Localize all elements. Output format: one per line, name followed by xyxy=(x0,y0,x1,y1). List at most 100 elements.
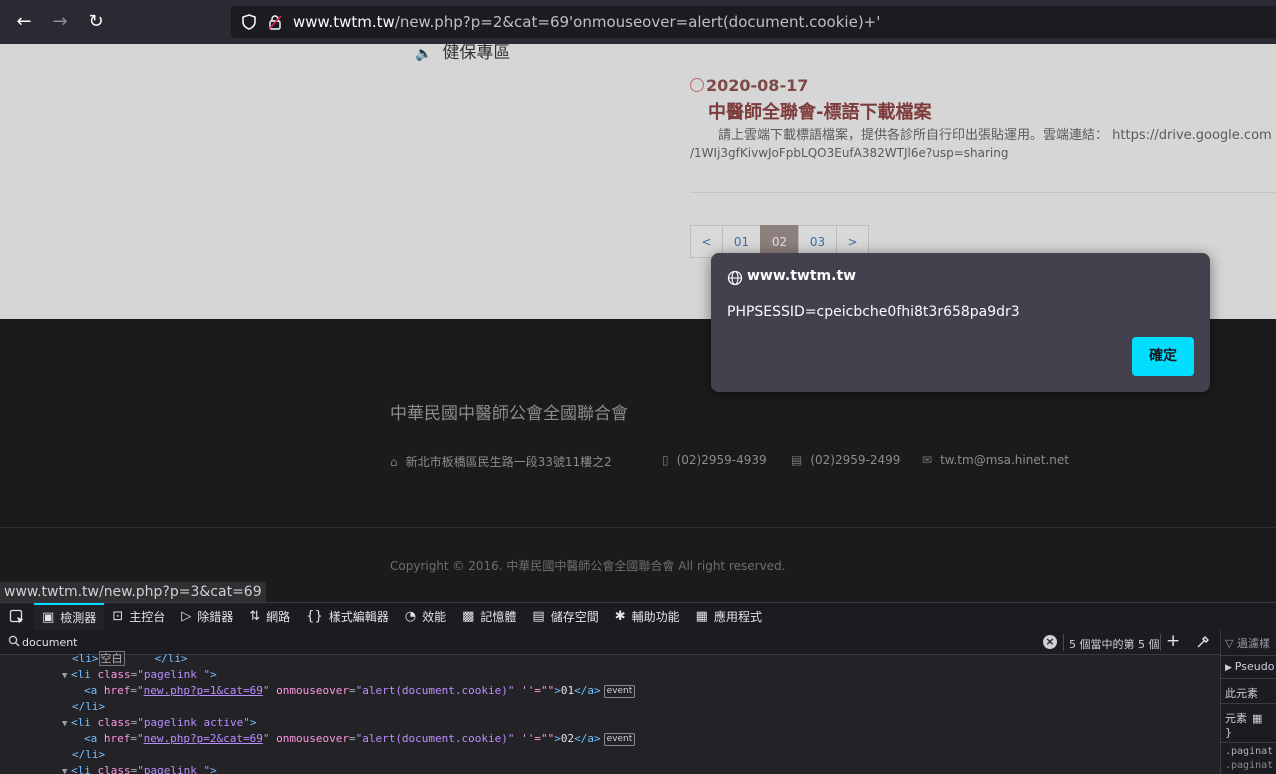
footer-fax-text: (02)2959-2499 xyxy=(810,453,901,467)
footer-copyright: Copyright © 2016. 中華民國中醫師公會全國聯合會 All rig… xyxy=(390,559,786,573)
markup-line-li-close-1[interactable]: </li> xyxy=(72,699,105,715)
footer-address-text: 新北市板橋區民生路一段33號11樓之2 xyxy=(405,455,612,469)
expand-triangle-icon[interactable]: ▼ xyxy=(62,764,71,774)
attr-link-value[interactable]: new.php?p=1&cat=69 xyxy=(144,684,263,697)
tab-application-label: 應用程式 xyxy=(713,610,762,624)
eyedropper-icon[interactable] xyxy=(1196,635,1210,649)
tab-debugger[interactable]: ▷ 除錯器 xyxy=(173,603,241,631)
tab-application[interactable]: ▦ 應用程式 xyxy=(688,603,770,631)
rules-panel: ▽ 過濾樣 ▶ Pseudo 此元素 元素 ▦ } .paginat .pagin… xyxy=(1220,630,1276,774)
devtools-tabbar: ▣ 檢測器 ⊡ 主控台 ▷ 除錯器 ⇅ 網路 {} 樣式編輯器 ◔ 效能 ▩ 記憶體 ▤ 儲存空… xyxy=(0,602,1276,631)
tab-memory-label: 記憶體 xyxy=(480,610,517,624)
event-badge[interactable]: event xyxy=(603,685,636,698)
tab-performance-label: 效能 xyxy=(422,610,447,624)
rules-element-label: 元素 xyxy=(1225,712,1247,725)
accessibility-icon: ✱ xyxy=(614,609,626,624)
url-bar[interactable]: www.twtm.tw/new.php?p=2&cat=69'onmouseov… xyxy=(231,6,1276,38)
news-divider xyxy=(690,192,1276,193)
whitespace-box: 空白 xyxy=(98,651,125,666)
footer-phone-text: (02)2959-4939 xyxy=(676,453,767,467)
element-picker-icon[interactable] xyxy=(0,603,34,631)
tag-text: <li> xyxy=(72,652,99,665)
markup-line-li-3[interactable]: ▼ <li class="pagelink "> xyxy=(62,763,217,774)
search-icon xyxy=(8,635,20,647)
markup-line-empty-li[interactable]: <li> 空白 </li> xyxy=(72,651,188,667)
tag-close-text: </li> xyxy=(72,700,106,713)
footer-org-name: 中華民國中醫師公會全國聯合會 xyxy=(390,404,628,424)
markup-line-li-2[interactable]: ▼ <li class="pagelink active"> xyxy=(62,715,256,731)
attr-link-value[interactable]: new.php?p=2&cat=69 xyxy=(144,732,263,745)
clear-search-icon[interactable]: × xyxy=(1043,635,1057,649)
tab-network[interactable]: ⇅ 網路 xyxy=(241,603,298,631)
expand-triangle-icon[interactable]: ▼ xyxy=(62,668,71,684)
tab-console[interactable]: ⊡ 主控台 xyxy=(104,603,173,631)
tab-memory[interactable]: ▩ 記憶體 xyxy=(454,603,524,631)
forward-arrow-icon[interactable]: → xyxy=(48,10,72,34)
tab-performance[interactable]: ◔ 效能 xyxy=(397,603,454,631)
tab-debugger-label: 除錯器 xyxy=(197,610,234,624)
news-date-label: 2020-08-17 xyxy=(706,76,809,95)
tab-inspector[interactable]: ▣ 檢測器 xyxy=(34,602,105,631)
reload-icon[interactable]: ↻ xyxy=(84,10,108,34)
markup-line-li-close-2[interactable]: </li> xyxy=(72,747,105,763)
rules-divider xyxy=(1221,742,1276,743)
globe-icon xyxy=(727,270,743,286)
clock-icon xyxy=(690,78,704,92)
tab-accessibility[interactable]: ✱ 輔助功能 xyxy=(607,603,688,631)
sidebar-heading: 🔈 健保專區 xyxy=(415,44,510,63)
attr-name: onmouseover xyxy=(276,732,349,745)
url-text[interactable]: www.twtm.tw/new.php?p=2&cat=69'onmouseov… xyxy=(293,13,880,31)
markup-search-input[interactable]: document xyxy=(22,636,78,649)
dialog-ok-button[interactable]: 確定 xyxy=(1132,337,1194,376)
footer-email-text[interactable]: tw.tm@msa.hinet.net xyxy=(940,453,1069,467)
rules-pseudo-toggle[interactable]: ▶ Pseudo xyxy=(1225,660,1274,673)
attr-value: "pagelink " xyxy=(137,764,211,774)
attr-name: href xyxy=(103,684,131,697)
tag-close-text: </li> xyxy=(72,748,106,761)
tab-inspector-label: 檢測器 xyxy=(60,611,97,625)
grid-icon: ▦ xyxy=(695,609,708,624)
tab-console-label: 主控台 xyxy=(129,610,166,624)
search-match-count: 5 個當中的第 5 個 xyxy=(1069,638,1160,651)
attr-name: onmouseover xyxy=(276,684,349,697)
add-node-icon[interactable]: + xyxy=(1166,631,1180,651)
tag-text: <li xyxy=(71,716,91,729)
news-date: 2020-08-17 xyxy=(690,76,808,95)
attr-name: class xyxy=(97,764,131,774)
tag-close-text: </a> xyxy=(574,684,601,697)
rules-selector-1[interactable]: .paginat xyxy=(1225,746,1273,757)
tab-storage-label: 儲存空間 xyxy=(550,610,599,624)
inspector-icon: ▣ xyxy=(42,610,55,625)
tag-text: <a xyxy=(84,732,98,745)
sidebar-heading-label: 健保專區 xyxy=(442,44,511,63)
browser-toolbar: ← → ↻ www.twtm.tw/new.php?p=2&cat=69'onm… xyxy=(0,0,1276,44)
rules-element-rule: 元素 ▦ xyxy=(1225,710,1262,726)
chevron-right-icon: ▶ xyxy=(1225,663,1235,673)
search-separator-2 xyxy=(1160,634,1161,651)
markup-line-a-2[interactable]: <a href="new.php?p=2&cat=69" onmouseover… xyxy=(84,731,636,747)
tag-text: <li xyxy=(71,668,91,681)
tab-style-editor[interactable]: {} 樣式編輯器 xyxy=(298,603,397,631)
insecure-lock-icon[interactable] xyxy=(267,14,283,30)
expand-triangle-icon[interactable]: ▼ xyxy=(62,716,71,732)
debugger-icon: ▷ xyxy=(181,609,192,624)
rules-filter[interactable]: ▽ 過濾樣 xyxy=(1225,635,1270,651)
shield-icon[interactable] xyxy=(241,14,257,30)
node-text: 01 xyxy=(560,684,575,697)
news-title[interactable]: 中醫師全聯會-標語下載檔案 xyxy=(708,98,931,124)
search-separator xyxy=(1063,634,1064,651)
markup-line-li-1[interactable]: ▼ <li class="pagelink "> xyxy=(62,667,217,683)
event-badge[interactable]: event xyxy=(603,733,636,746)
rules-filter-placeholder: 過濾樣 xyxy=(1236,637,1270,650)
filter-icon: ▽ xyxy=(1225,637,1237,650)
dialog-message: PHPSESSID=cpeicbche0fhi8t3r658pa9dr3 xyxy=(727,304,1020,320)
tag-close-text: </li> xyxy=(154,652,188,665)
rules-selector-2[interactable]: .paginat xyxy=(1225,760,1273,771)
tab-network-label: 網路 xyxy=(266,610,291,624)
grid-icon[interactable]: ▦ xyxy=(1252,712,1262,725)
tab-storage[interactable]: ▤ 儲存空間 xyxy=(524,603,606,631)
storage-icon: ▤ xyxy=(532,609,545,624)
markup-line-a-1[interactable]: <a href="new.php?p=1&cat=69" onmouseover… xyxy=(84,683,636,699)
rules-this-element: 此元素 xyxy=(1225,687,1258,700)
back-arrow-icon[interactable]: ← xyxy=(12,10,36,34)
